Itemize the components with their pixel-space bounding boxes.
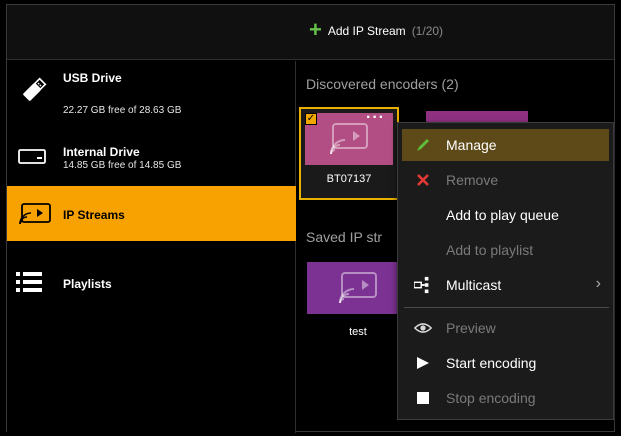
menu-item-add-to-play-queue[interactable]: Add to play queue — [402, 199, 609, 231]
menu-item-add-to-playlist[interactable]: Add to playlist — [402, 234, 609, 266]
sidebar-item-playlists[interactable]: Playlists — [7, 251, 296, 292]
menu-item-preview[interactable]: Preview — [402, 312, 609, 344]
multicast-icon — [414, 276, 432, 294]
stream-thumbnail — [307, 262, 409, 314]
menu-item-start-encoding[interactable]: Start encoding — [402, 347, 609, 379]
pencil-icon — [414, 137, 432, 153]
ip-stream-count: (1/20) — [411, 24, 444, 38]
plus-icon: + — [309, 16, 322, 42]
ip-stream-icon — [330, 123, 368, 155]
menu-item-label: Remove — [446, 172, 499, 188]
more-options-icon[interactable]: ··· — [366, 109, 385, 127]
sidebar: USB Drive 22.27 GB free of 28.63 GB Inte… — [7, 61, 296, 433]
menu-item-label: Preview — [446, 320, 496, 336]
internal-free-space: 14.85 GB free of 14.85 GB — [63, 160, 182, 171]
x-icon — [414, 172, 432, 188]
top-toolbar: + Add IP Stream (1/20) — [7, 5, 614, 60]
chevron-right-icon: › — [595, 275, 601, 292]
menu-item-stop-encoding[interactable]: Stop encoding — [402, 382, 609, 414]
stream-name: test — [349, 326, 367, 338]
list-icon — [16, 272, 42, 297]
menu-item-label: Add to playlist — [446, 242, 534, 258]
menu-item-label: Multicast — [446, 277, 502, 293]
encoder-checkbox[interactable]: ✓ — [305, 113, 317, 125]
saved-stream-tile-test[interactable]: test — [307, 262, 409, 342]
menu-item-label: Add to play queue — [446, 207, 559, 223]
add-ip-stream-button[interactable]: + Add IP Stream (1/20) — [309, 18, 443, 44]
usb-drive-icon — [19, 75, 49, 110]
sidebar-item-ip-streams[interactable]: IP Streams — [7, 186, 296, 241]
encoder-name: BT07137 — [326, 173, 372, 185]
menu-item-multicast[interactable]: Multicast › — [402, 269, 609, 301]
saved-ip-streams-heading: Saved IP str — [306, 229, 383, 245]
discovered-encoders-count: (2) — [441, 76, 459, 92]
sidebar-item-label: USB Drive — [63, 71, 122, 85]
ip-stream-icon — [339, 272, 377, 304]
eye-icon — [414, 320, 432, 336]
usb-free-space: 22.27 GB free of 28.63 GB — [63, 105, 182, 116]
sidebar-item-label: IP Streams — [63, 208, 125, 222]
menu-item-remove[interactable]: Remove — [402, 164, 609, 196]
menu-separator — [404, 307, 609, 308]
context-menu: Manage Remove Add to play queue Add to p… — [397, 122, 614, 420]
menu-item-label: Manage — [446, 137, 497, 153]
play-icon — [414, 355, 432, 371]
discovered-encoders-heading: Discovered encoders (2) — [306, 76, 459, 92]
menu-item-label: Stop encoding — [446, 390, 536, 406]
menu-item-label: Start encoding — [446, 355, 537, 371]
sidebar-item-internal-drive[interactable]: Internal Drive 14.85 GB free of 14.85 GB — [7, 131, 296, 173]
sidebar-item-usb-drive[interactable]: USB Drive 22.27 GB free of 28.63 GB — [7, 61, 296, 123]
encoder-tile-bt07137[interactable]: ✓ ··· BT07137 — [299, 107, 399, 200]
add-ip-stream-label: Add IP Stream — [327, 24, 406, 38]
sidebar-item-label: Playlists — [63, 277, 112, 291]
menu-item-manage[interactable]: Manage — [402, 129, 609, 161]
sidebar-item-label: Internal Drive — [63, 145, 140, 159]
discovered-encoders-title: Discovered encoders — [306, 76, 438, 92]
hard-drive-icon — [18, 148, 46, 171]
ip-stream-icon — [18, 203, 52, 230]
stop-icon — [414, 390, 432, 406]
